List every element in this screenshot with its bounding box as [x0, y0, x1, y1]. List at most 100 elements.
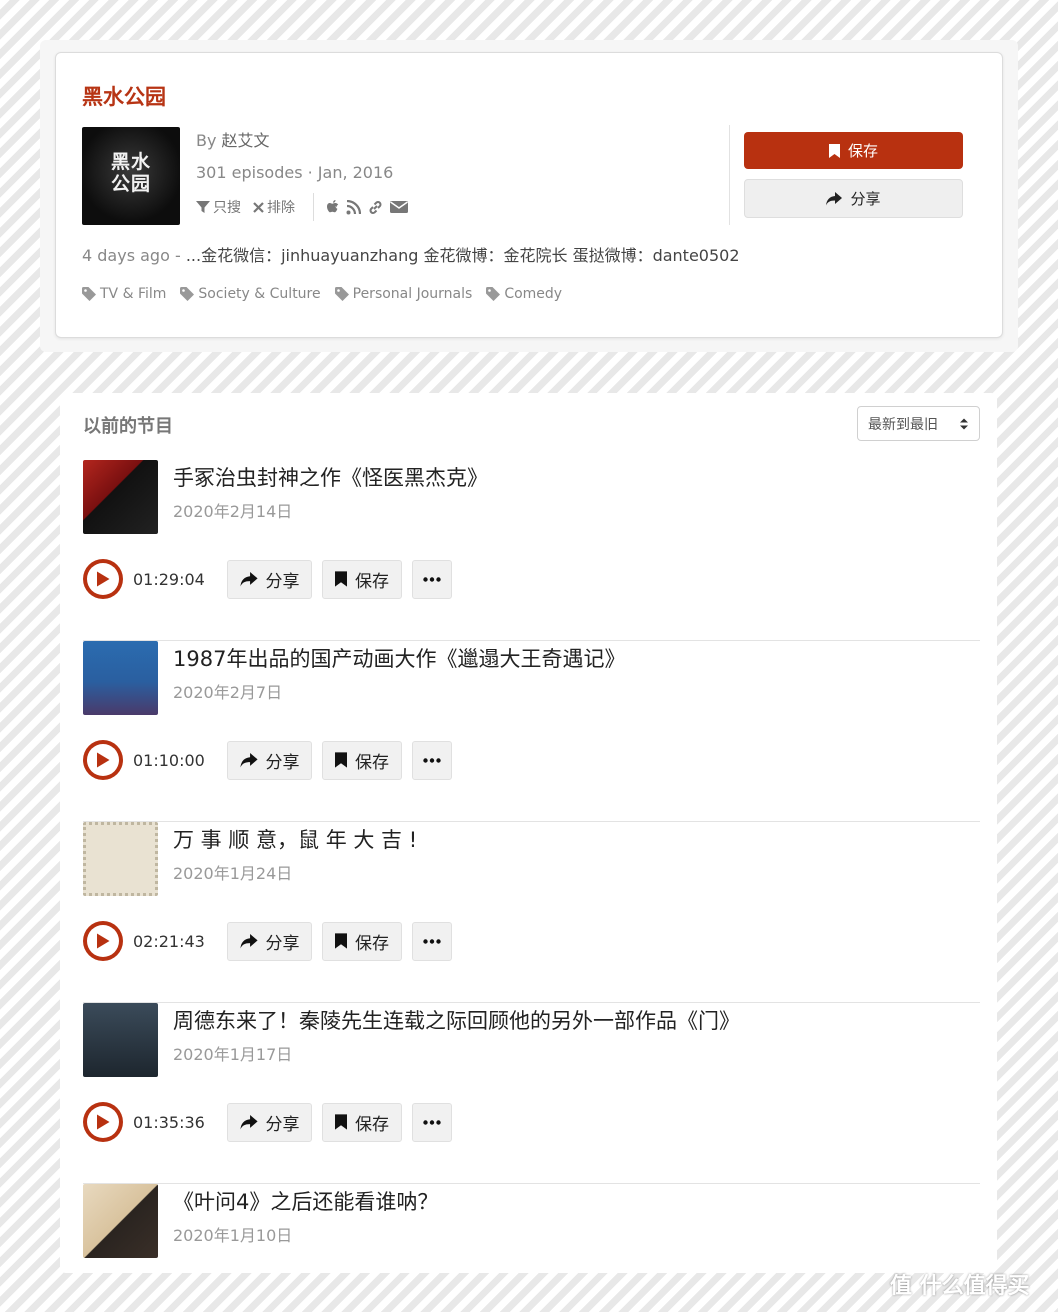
episode-title[interactable]: 手冢治虫封神之作《怪医黑杰克》 — [173, 462, 488, 492]
episode-item: 周德东来了！秦陵先生连载之际回顾他的另外一部作品《门》 2020年1月17日 01:… — [83, 1003, 980, 1184]
play-button[interactable] — [83, 921, 123, 961]
episodes-info: 301 episodes · Jan, 2016 — [196, 163, 394, 182]
episode-share-label: 分享 — [265, 752, 300, 773]
episode-share-label: 分享 — [265, 933, 300, 954]
tag-icon — [180, 287, 195, 301]
filter-icon — [196, 201, 210, 213]
episode-save-button[interactable]: 保存 — [322, 559, 402, 599]
episode-date: 2020年1月24日 — [173, 864, 293, 883]
category-tag-label: Comedy — [504, 286, 563, 302]
episode-share-button[interactable]: 分享 — [227, 559, 312, 599]
episode-date: 2020年1月17日 — [173, 1045, 293, 1064]
watermark: 值 什么值得买 — [890, 1268, 1030, 1300]
episode-duration: 02:21:43 — [133, 931, 205, 951]
episode-share-button[interactable]: 分享 — [227, 740, 312, 780]
episode-item: 万 事 顺 意，鼠 年 大 吉 ! 2020年1月24日 02:21:43 分享 保存 — [83, 822, 980, 1003]
bookmark-icon — [335, 571, 347, 587]
category-tag-label: Society & Culture — [198, 286, 321, 302]
episode-title[interactable]: 1987年出品的国产动画大作《邋遢大王奇遇记》 — [173, 643, 625, 673]
play-button[interactable] — [83, 559, 123, 599]
ellipsis-icon — [423, 576, 441, 582]
episode-save-button[interactable]: 保存 — [322, 1102, 402, 1142]
episode-more-button[interactable] — [412, 740, 452, 780]
share-icon — [826, 191, 843, 205]
filter-exclude-label: 排除 — [267, 200, 295, 216]
episode-save-button[interactable]: 保存 — [322, 921, 402, 961]
play-icon — [97, 571, 110, 587]
episode-title[interactable]: 周德东来了！秦陵先生连载之际回顾他的另外一部作品《门》 — [173, 1005, 740, 1035]
envelope-icon[interactable] — [390, 200, 408, 214]
episodes-panel: 以前的节目 最新到最旧 手冢治虫封神之作《怪医黑杰克》 2020年2月14日 01:… — [60, 393, 997, 1273]
episode-share-button[interactable]: 分享 — [227, 921, 312, 961]
play-button[interactable] — [83, 1102, 123, 1142]
episode-controls: 01:29:04 分享 保存 — [83, 559, 462, 599]
ellipsis-icon — [423, 938, 441, 944]
sort-select-value: 最新到最旧 — [868, 416, 938, 433]
share-icon — [239, 933, 258, 948]
episode-share-label: 分享 — [265, 1114, 300, 1135]
author-link[interactable]: 赵艾文 — [222, 131, 270, 150]
podcast-actions-row: 只搜 排除 — [196, 193, 408, 221]
episode-save-button[interactable]: 保存 — [322, 740, 402, 780]
podcast-header-card: 黑水公园 黑水 公园 By 赵艾文 301 episodes · Jan, 201… — [55, 52, 1003, 338]
podcast-cover[interactable]: 黑水 公园 — [82, 127, 180, 225]
episode-title[interactable]: 万 事 顺 意，鼠 年 大 吉 ! — [173, 824, 417, 854]
description-text: ...金花微信：jinhuayuanzhang 金花微博：金花院长 蛋挞微博：d… — [185, 246, 740, 265]
sort-select[interactable]: 最新到最旧 — [857, 406, 980, 441]
category-tag[interactable]: Society & Culture — [180, 286, 321, 302]
play-icon — [97, 1114, 110, 1130]
author-line: By 赵艾文 — [196, 129, 408, 161]
episode-thumbnail[interactable] — [83, 1003, 158, 1077]
episode-more-button[interactable] — [412, 559, 452, 599]
episode-more-button[interactable] — [412, 921, 452, 961]
bookmark-icon — [335, 752, 347, 768]
only-search-filter[interactable]: 只搜 — [196, 197, 241, 217]
apple-icon[interactable] — [326, 199, 340, 215]
episode-save-label: 保存 — [355, 752, 389, 773]
share-podcast-button[interactable]: 分享 — [744, 179, 963, 218]
episode-item: 1987年出品的国产动画大作《邋遢大王奇遇记》 2020年2月7日 01:10:00… — [83, 641, 980, 822]
episode-share-button[interactable]: 分享 — [227, 1102, 312, 1142]
episode-date: 2020年2月7日 — [173, 683, 283, 702]
tag-icon — [82, 287, 96, 301]
category-tag[interactable]: Personal Journals — [334, 286, 473, 302]
bookmark-icon — [335, 933, 347, 949]
share-icon — [239, 1114, 258, 1129]
save-podcast-button[interactable]: 保存 — [744, 132, 963, 169]
filter-only-label: 只搜 — [213, 200, 241, 216]
play-icon — [97, 752, 110, 768]
play-icon — [97, 933, 110, 949]
link-icon[interactable] — [367, 199, 384, 216]
episode-item: 《叶问4》之后还能看谁呐？ 2020年1月10日 — [83, 1184, 980, 1273]
episode-save-label: 保存 — [355, 571, 389, 592]
play-button[interactable] — [83, 740, 123, 780]
header-vertical-divider — [729, 125, 730, 225]
episode-thumbnail[interactable] — [83, 1184, 158, 1258]
watermark-text: 值 什么值得买 — [890, 1274, 1030, 1299]
share-podcast-label: 分享 — [850, 190, 881, 208]
tag-icon — [334, 287, 349, 301]
episode-item: 手冢治虫封神之作《怪医黑杰克》 2020年2月14日 01:29:04 分享 保存 — [83, 460, 980, 641]
category-tag[interactable]: TV & Film — [82, 286, 166, 302]
podcast-title[interactable]: 黑水公园 — [82, 81, 166, 111]
bookmark-icon — [335, 1114, 347, 1130]
filters-divider — [313, 193, 314, 221]
episode-thumbnail[interactable] — [83, 822, 158, 896]
podcast-meta: By 赵艾文 301 episodes · Jan, 2016 只搜 排除 — [196, 129, 408, 221]
author-prefix: By — [196, 131, 217, 150]
episode-date: 2020年1月10日 — [173, 1226, 293, 1245]
episode-title[interactable]: 《叶问4》之后还能看谁呐？ — [173, 1186, 438, 1216]
exclude-filter[interactable]: 排除 — [253, 197, 295, 217]
share-icon — [239, 571, 258, 586]
episode-save-label: 保存 — [355, 933, 389, 954]
category-tag[interactable]: Comedy — [486, 286, 562, 302]
rss-icon[interactable] — [346, 199, 361, 215]
episodes-section-title: 以前的节目 — [83, 416, 173, 437]
description-ago: 4 days ago — [82, 246, 170, 265]
category-tag-label: Personal Journals — [352, 286, 473, 302]
episode-more-button[interactable] — [412, 1102, 452, 1142]
episode-thumbnail[interactable] — [83, 460, 158, 534]
episode-thumbnail[interactable] — [83, 641, 158, 715]
sort-caret-icon — [960, 418, 968, 429]
episode-duration: 01:10:00 — [133, 750, 205, 770]
